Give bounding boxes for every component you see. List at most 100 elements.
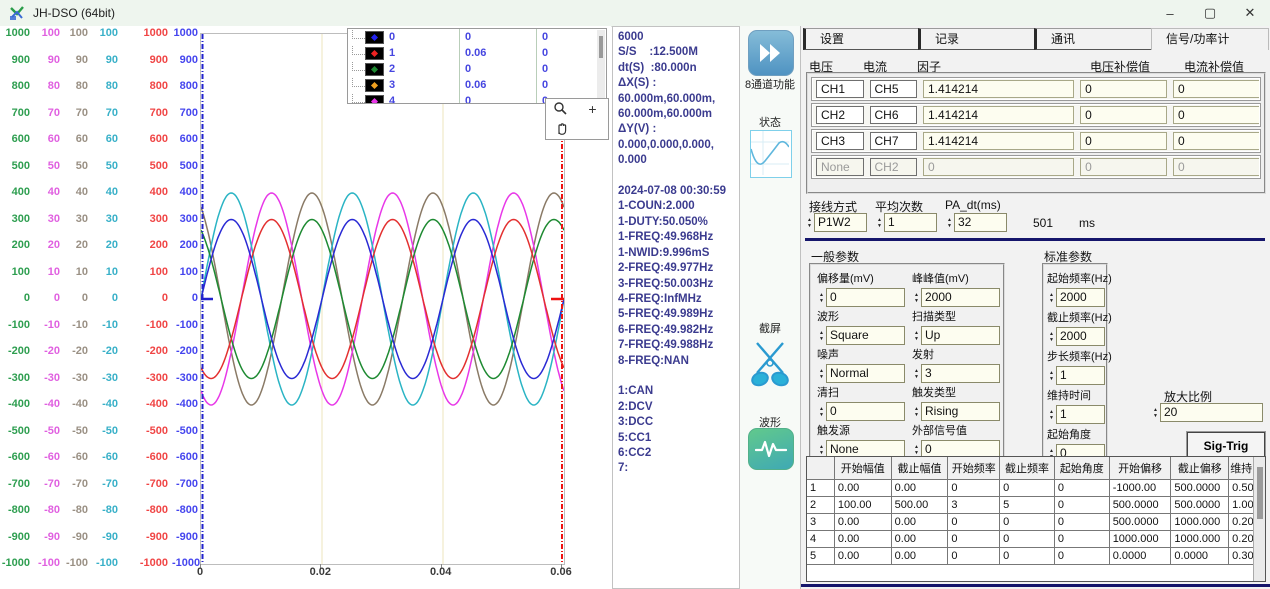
channel-v_comp-field[interactable]: 0 [1080,158,1167,176]
spinner-value[interactable]: Rising [921,402,1000,421]
channel-i_comp-field[interactable]: 0 [1173,158,1260,176]
legend-scrollbar[interactable] [597,30,605,102]
channel-factor-field[interactable]: 1.414214 [923,80,1074,98]
channel-factor-field[interactable]: 1.414214 [923,132,1074,150]
sweep-table-row[interactable]: 10.000.00000-1000.00500.00000.500 [807,480,1265,497]
general-param-spinner[interactable]: ▲▼Up [912,326,1000,345]
legend-row[interactable]: 000 [348,29,606,45]
tab-4[interactable]: 信号/功率计 [1151,28,1269,50]
status-waveform-button[interactable] [750,130,792,178]
channel-factor-field[interactable]: 0 [923,158,1074,176]
spinner-arrows-icon[interactable]: ▲▼ [1047,327,1056,346]
sweep-table-row[interactable]: 30.000.00000500.00001000.0000.200 [807,514,1265,531]
channel-voltage-field[interactable]: CH1 [816,80,864,98]
spinner-arrows-icon[interactable]: ▲▼ [912,402,921,421]
spinner-arrows-icon[interactable]: ▲▼ [817,402,826,421]
channel-legend[interactable]: 00010.06020030.060400 [347,28,607,104]
sweep-table-row[interactable]: 40.000.000001000.0001000.0000.200 [807,531,1265,548]
standard-param-spinner[interactable]: ▲▼2000 [1047,327,1105,346]
y-tick-label: -900 [128,530,168,544]
standard-param-spinner[interactable]: ▲▼1 [1047,405,1105,424]
general-param-spinner[interactable]: ▲▼Rising [912,402,1000,421]
legend-row[interactable]: 30.060 [348,77,606,93]
general-param-spinner[interactable]: ▲▼0 [817,288,905,307]
spinner-value[interactable]: 2000 [1056,288,1105,307]
sweep-table-row[interactable]: 2100.00500.00350500.0000500.00001.000 [807,497,1265,514]
tab-3[interactable]: 通讯 [1034,28,1151,50]
spinner-arrows-icon[interactable]: ▲▼ [817,364,826,383]
maximize-button[interactable]: ▢ [1190,0,1230,26]
screenshot-scissors-button[interactable] [749,335,791,391]
sweep-table-scrollbar[interactable] [1253,457,1265,581]
spinner-value[interactable]: 32 [954,213,1007,232]
general-param-spinner[interactable]: ▲▼0 [817,402,905,421]
spinner-arrows-icon[interactable]: ▲▼ [912,288,921,307]
tab-2[interactable]: 记录 [918,28,1034,50]
spinner-value[interactable]: 2000 [1056,327,1105,346]
sig-trig-button[interactable]: Sig-Trig [1187,432,1265,459]
spinner-value[interactable]: 1 [1056,366,1105,385]
spinner-arrows-icon[interactable]: ▲▼ [1151,403,1160,422]
legend-separator [536,29,537,103]
channel-current-field[interactable]: CH6 [870,106,918,124]
spinner-arrows-icon[interactable]: ▲▼ [817,326,826,345]
zoom-ratio-spinner[interactable]: ▲▼20 [1151,403,1263,422]
channel-v_comp-field[interactable]: 0 [1080,80,1167,98]
spinner-value[interactable]: 1 [884,213,937,232]
acquisition-spinner-3[interactable]: ▲▼32 [945,213,1007,232]
sweep-table-cell: 3 [807,514,835,531]
spinner-arrows-icon[interactable]: ▲▼ [1047,288,1056,307]
spinner-value[interactable]: Up [921,326,1000,345]
spinner-value[interactable]: 20 [1160,403,1263,422]
channel-voltage-field[interactable]: None [816,158,864,176]
channel-i_comp-field[interactable]: 0 [1173,132,1260,150]
channel-voltage-field[interactable]: CH3 [816,132,864,150]
channel-i_comp-field[interactable]: 0 [1173,80,1260,98]
spinner-value[interactable]: Square [826,326,905,345]
spinner-arrows-icon[interactable]: ▲▼ [817,288,826,307]
pan-hand-icon[interactable] [554,121,570,137]
waveform-generator-button[interactable] [748,428,794,470]
close-button[interactable]: ✕ [1230,0,1270,26]
spinner-arrows-icon[interactable]: ▲▼ [912,326,921,345]
sweep-table-row[interactable]: 50.000.000000.00000.00000.300 [807,548,1265,565]
spinner-value[interactable]: 1 [1056,405,1105,424]
sweep-table: 开始幅值截止幅值开始频率截止频率起始角度开始偏移截止偏移维持时10.000.00… [806,456,1266,582]
channel-v_comp-field[interactable]: 0 [1080,106,1167,124]
channel-v_comp-field[interactable]: 0 [1080,132,1167,150]
acquisition-spinner-2[interactable]: ▲▼1 [875,213,937,232]
spinner-value[interactable]: 2000 [921,288,1000,307]
spinner-arrows-icon[interactable]: ▲▼ [805,213,814,232]
channel-current-field[interactable]: CH7 [870,132,918,150]
standard-param-spinner[interactable]: ▲▼2000 [1047,288,1105,307]
eight-channel-function-button[interactable] [748,30,794,76]
spinner-arrows-icon[interactable]: ▲▼ [1047,405,1056,424]
spinner-arrows-icon[interactable]: ▲▼ [1047,366,1056,385]
spinner-arrows-icon[interactable]: ▲▼ [912,364,921,383]
spinner-arrows-icon[interactable]: ▲▼ [875,213,884,232]
spinner-value[interactable]: Normal [826,364,905,383]
channel-current-field[interactable]: CH5 [870,80,918,98]
acquisition-spinner-1[interactable]: ▲▼P1W2 [805,213,867,232]
spinner-arrows-icon[interactable]: ▲▼ [945,213,954,232]
spinner-value[interactable]: 0 [826,402,905,421]
minimize-button[interactable]: – [1150,0,1190,26]
general-param-spinner[interactable]: ▲▼Normal [817,364,905,383]
general-param-spinner[interactable]: ▲▼Square [817,326,905,345]
tab-1[interactable]: 设置 [803,28,918,50]
channel-i_comp-field[interactable]: 0 [1173,106,1260,124]
legend-row[interactable]: 10.060 [348,45,606,61]
channel-voltage-field[interactable]: CH2 [816,106,864,124]
zoom-magnifier-icon[interactable] [552,101,572,117]
spinner-value[interactable]: 0 [826,288,905,307]
channel-current-field[interactable]: CH2 [870,158,918,176]
plot-area[interactable] [200,33,565,565]
spinner-value[interactable]: P1W2 [814,213,867,232]
general-param-spinner[interactable]: ▲▼3 [912,364,1000,383]
standard-param-spinner[interactable]: ▲▼1 [1047,366,1105,385]
zoom-plus-icon[interactable]: + [588,101,596,117]
legend-row[interactable]: 200 [348,61,606,77]
channel-factor-field[interactable]: 1.414214 [923,106,1074,124]
general-param-spinner[interactable]: ▲▼2000 [912,288,1000,307]
spinner-value[interactable]: 3 [921,364,1000,383]
